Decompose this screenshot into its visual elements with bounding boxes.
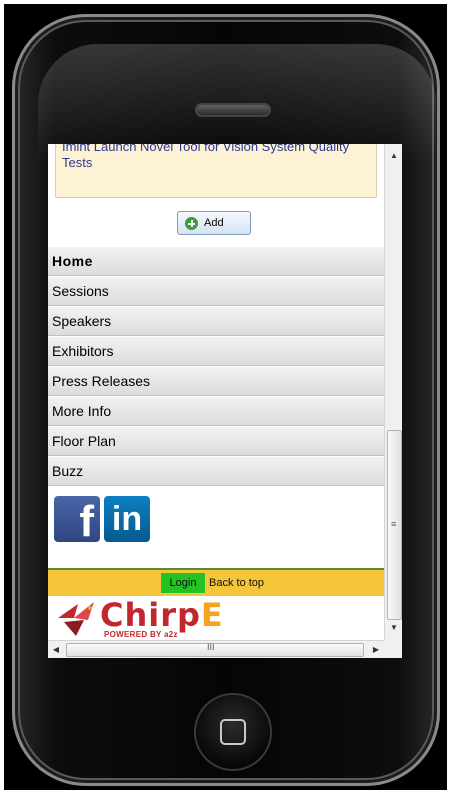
nav-item-label: Press Releases <box>52 373 151 389</box>
linkedin-glyph: in <box>111 500 143 538</box>
bird-logo-icon <box>58 602 94 636</box>
scroll-up-arrow-icon[interactable]: ▲ <box>385 148 402 164</box>
nav-item-label: Sessions <box>52 283 109 299</box>
nav-item-label: Home <box>52 253 93 269</box>
scroll-right-arrow-icon[interactable]: ▶ <box>368 641 384 658</box>
main-nav-list: Home Sessions Speakers Exhibitors Press … <box>48 246 384 486</box>
logo-tagline: POWERED BY a2z <box>104 630 178 639</box>
thumb-grip-icon: III <box>207 642 215 652</box>
home-button-square-icon <box>220 719 246 745</box>
logo-word-accent: E <box>200 596 224 634</box>
logo-wordmark: ChirpE <box>100 598 224 632</box>
nav-item-label: Exhibitors <box>52 343 114 359</box>
horizontal-scroll-thumb[interactable]: III <box>66 642 364 657</box>
vertical-scrollbar[interactable]: ▲ ≡ ▼ <box>384 144 402 640</box>
social-links: f in <box>54 496 150 542</box>
logo-word-main: Chirp <box>100 596 201 634</box>
facebook-icon[interactable]: f <box>54 496 100 542</box>
nav-item-label: Buzz <box>52 463 84 479</box>
earpiece-speaker <box>195 103 271 117</box>
web-content: Imint Launch Novel Tool for Vision Syste… <box>48 144 384 640</box>
add-button-label: Add <box>204 217 224 229</box>
horizontal-scrollbar[interactable]: ◀ III ▶ <box>48 640 384 658</box>
nav-item-label: Speakers <box>52 313 112 329</box>
nav-item-label: Floor Plan <box>52 433 116 449</box>
nav-item-buzz[interactable]: Buzz <box>48 456 384 486</box>
nav-item-home[interactable]: Home <box>48 246 384 276</box>
nav-item-more-info[interactable]: More Info <box>48 396 384 426</box>
back-to-top-link[interactable]: Back to top <box>209 577 264 589</box>
add-button[interactable]: Add <box>177 211 251 235</box>
nav-item-exhibitors[interactable]: Exhibitors <box>48 336 384 366</box>
scroll-left-arrow-icon[interactable]: ◀ <box>48 641 64 658</box>
news-ticker-box: Imint Launch Novel Tool for Vision Syste… <box>55 144 377 198</box>
plus-circle-icon <box>185 216 198 230</box>
news-headline-link[interactable]: Imint Launch Novel Tool for Vision Syste… <box>62 144 370 171</box>
nav-item-sessions[interactable]: Sessions <box>48 276 384 306</box>
nav-item-press-releases[interactable]: Press Releases <box>48 366 384 396</box>
scroll-down-arrow-icon[interactable]: ▼ <box>385 620 402 636</box>
footer-bar: Login Back to top <box>48 570 384 596</box>
linkedin-icon[interactable]: in <box>104 496 150 542</box>
nav-item-floor-plan[interactable]: Floor Plan <box>48 426 384 456</box>
scrollbar-corner <box>384 640 402 658</box>
nav-item-label: More Info <box>52 403 112 419</box>
phone-screen: Imint Launch Novel Tool for Vision Syste… <box>48 144 402 658</box>
home-button[interactable] <box>196 695 270 769</box>
chirpe-logo: ChirpE POWERED BY a2z <box>54 598 223 640</box>
vertical-scroll-thumb[interactable]: ≡ <box>387 430 402 620</box>
facebook-glyph: f <box>79 497 94 543</box>
nav-item-speakers[interactable]: Speakers <box>48 306 384 336</box>
thumb-grip-icon: ≡ <box>391 519 397 529</box>
login-button[interactable]: Login <box>161 573 205 593</box>
